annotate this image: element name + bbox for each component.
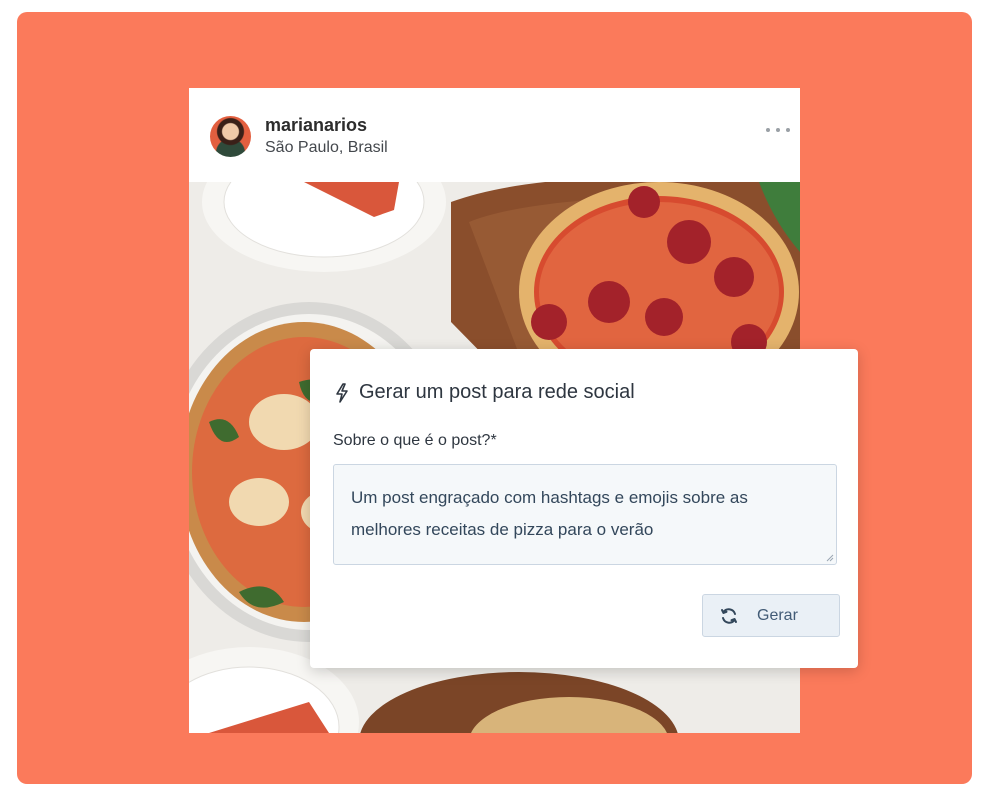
- refresh-icon: [721, 607, 737, 624]
- post-location: São Paulo, Brasil: [265, 139, 388, 156]
- prompt-label: Sobre o que é o post?*: [333, 432, 497, 449]
- panel-header: Gerar um post para rede social: [334, 381, 635, 404]
- lightning-bolt-icon: [336, 382, 348, 403]
- more-horizontal-icon[interactable]: [766, 123, 790, 137]
- prompt-textarea[interactable]: Um post engraçado com hashtags e emojis …: [333, 464, 837, 565]
- prompt-text[interactable]: Um post engraçado com hashtags e emojis …: [351, 488, 748, 539]
- post-username[interactable]: marianarios: [265, 115, 367, 136]
- resize-grip-icon[interactable]: [826, 554, 834, 562]
- panel-title: Gerar um post para rede social: [359, 381, 635, 403]
- post-header: marianarios São Paulo, Brasil: [189, 88, 800, 182]
- generate-button[interactable]: Gerar: [702, 594, 840, 637]
- generate-button-label: Gerar: [757, 606, 798, 624]
- user-avatar-icon[interactable]: [210, 116, 251, 157]
- post-generator-panel: Gerar um post para rede social Sobre o q…: [310, 349, 858, 668]
